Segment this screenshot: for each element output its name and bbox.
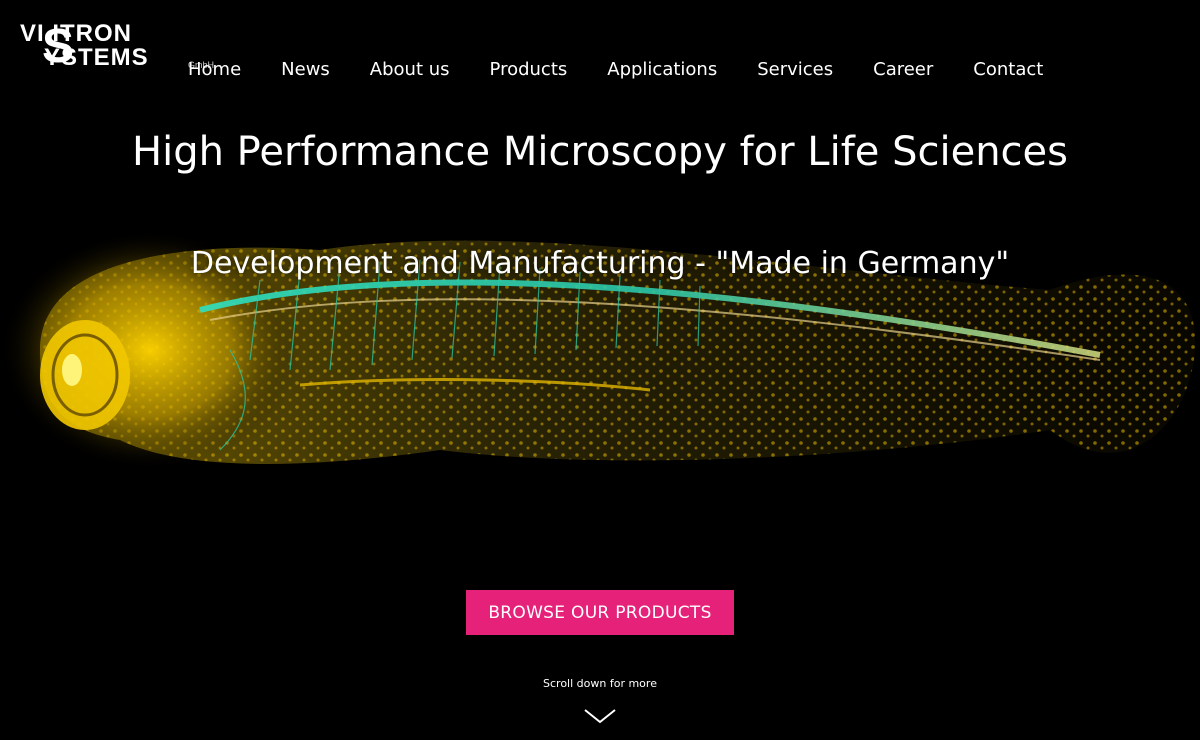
browse-products-button[interactable]: BROWSE OUR PRODUCTS <box>466 590 734 635</box>
chevron-down-icon[interactable] <box>584 708 616 726</box>
nav-home[interactable]: Home <box>188 58 241 82</box>
nav-contact[interactable]: Contact <box>973 58 1043 82</box>
logo-text-line1: VI ITRON <box>20 20 133 47</box>
nav-career[interactable]: Career <box>873 58 933 82</box>
main-nav: Home News About us Products Applications… <box>188 58 1083 82</box>
scroll-hint: Scroll down for more <box>543 677 657 690</box>
hero-title: High Performance Microscopy for Life Sci… <box>132 129 1068 175</box>
logo-text-line2: YSTEMS <box>44 44 149 71</box>
nav-applications[interactable]: Applications <box>607 58 717 82</box>
nav-services[interactable]: Services <box>757 58 833 82</box>
nav-products[interactable]: Products <box>490 58 568 82</box>
hero-subtitle: Development and Manufacturing - "Made in… <box>190 246 1010 281</box>
nav-news[interactable]: News <box>281 58 330 82</box>
nav-about-us[interactable]: About us <box>370 58 450 82</box>
